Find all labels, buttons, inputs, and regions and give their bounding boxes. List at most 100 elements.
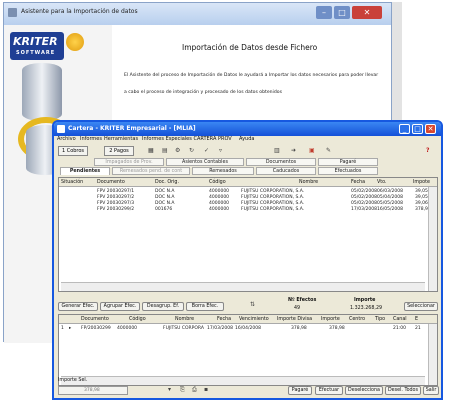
settings-icon[interactable]: ⚙ (175, 146, 180, 156)
n-efectos-value: 49 (294, 306, 301, 311)
col-canal[interactable]: Canal (393, 317, 407, 322)
efectuar-button[interactable]: Efectuar (315, 386, 343, 395)
menu-informes-especiales[interactable]: Informes Especiales CARTERA PROV (142, 136, 232, 142)
horizontal-scrollbar[interactable] (61, 376, 425, 385)
minimize-button[interactable]: _ (399, 124, 410, 134)
wizard-heading: Importación de Datos desde Fichero (182, 43, 318, 52)
bulb-icon (66, 33, 84, 51)
importe-value: 1.323.268,29 (350, 306, 383, 311)
col-nombre[interactable]: Nombre (175, 317, 194, 322)
question-icon[interactable]: ? (426, 146, 429, 156)
borra-efec-button[interactable]: Borra Efec. (186, 302, 224, 311)
col-tipo[interactable]: Tipo (375, 317, 385, 322)
printer-icon[interactable]: ▣ (309, 146, 315, 156)
table-cell: 39,05 (415, 195, 428, 200)
cobros-button[interactable]: 1 Cobros (58, 146, 88, 156)
tab-efectuados[interactable]: Efectuados (318, 167, 378, 175)
col-situacion[interactable]: Situación (61, 180, 83, 185)
tab-remesados[interactable]: Remesados (192, 167, 254, 175)
col-fecha[interactable]: Fecha (217, 317, 231, 322)
filter-icon[interactable]: ▿ (219, 146, 222, 156)
vertical-scrollbar[interactable] (428, 187, 437, 291)
refresh-icon[interactable]: ↻ (189, 146, 194, 156)
col-importe-divisa[interactable]: Importe Divisa (277, 317, 312, 322)
col-vto[interactable]: Vto. (377, 180, 387, 185)
tab-documentos[interactable]: Documentos (246, 158, 316, 166)
maximize-button[interactable]: □ (334, 6, 350, 19)
col-codigo[interactable]: Código (129, 317, 146, 322)
table-cell: 06/03/2008 (377, 189, 403, 194)
tab-pendientes[interactable]: Pendientes (60, 167, 110, 175)
col-doc-orig[interactable]: Doc. Orig. (155, 180, 179, 185)
table-cell: 05/02/2008 (351, 201, 377, 206)
menu-archivo[interactable]: Archivo (57, 136, 76, 142)
selected-table: Documento Código Nombre Fecha Vencimient… (58, 314, 438, 386)
agrupar-efec-button[interactable]: Agrupar Efec. (100, 302, 140, 311)
tab-asientos[interactable]: Asientos Contables (166, 158, 244, 166)
close-button[interactable]: ✕ (352, 6, 382, 19)
desagrup-ef-button[interactable]: Desagrup. Ef. (142, 302, 184, 311)
col-nombre[interactable]: Nombre (299, 180, 318, 185)
table-cell: 05/02/2008 (351, 195, 377, 200)
col-e[interactable]: E (415, 317, 418, 322)
menu-ayuda[interactable]: Ayuda (239, 136, 254, 142)
table-icon[interactable]: ▥ (274, 146, 280, 156)
table-cell: 17/03/2008 (351, 207, 377, 212)
arrow-icon[interactable]: ➜ (291, 146, 296, 156)
tab-pagare[interactable]: Pagaré (318, 158, 378, 166)
dropdown-icon[interactable]: ▾ (168, 385, 171, 395)
pagos-button[interactable]: 2 Pagos (104, 146, 134, 156)
col-documento[interactable]: Documento (81, 317, 109, 322)
preview-icon[interactable]: ⎘ (180, 385, 185, 395)
table-row[interactable]: 1 ▸ FP/20030299 4000000 FUJITSU CORPORA … (59, 325, 437, 333)
grid-icon[interactable]: ▤ (162, 146, 168, 156)
table-cell: FUJITSU CORPORATION, S.A. (241, 207, 305, 212)
horizontal-scrollbar[interactable] (61, 282, 425, 291)
col-fecha[interactable]: Fecha (351, 180, 365, 185)
check-icon[interactable]: ✓ (204, 146, 209, 156)
kriter-logo: KRITER SOFTWARE (10, 32, 64, 60)
col-vencimiento[interactable]: Vencimiento (239, 317, 269, 322)
table-cell: 05/04/2008 (377, 195, 403, 200)
col-documento[interactable]: Documento (97, 180, 125, 185)
print-icon[interactable]: ⎙ (192, 385, 197, 395)
wizard-text-1: El Asistente del proceso de Importación … (124, 73, 379, 78)
table-cell: DOC N.A (155, 195, 175, 200)
desel-todos-button[interactable]: Desel. Todos (385, 386, 421, 395)
table-row[interactable]: FPV 20030299/2 001676 4000000 FUJITSU CORPO… (59, 207, 431, 213)
generar-efec-button[interactable]: Generar Efec. (58, 302, 98, 311)
menu-informes[interactable]: Informes (80, 136, 102, 142)
pagare-button[interactable]: Pagaré (288, 386, 312, 395)
maximize-button[interactable]: □ (412, 124, 423, 134)
edit-icon[interactable]: ✎ (326, 146, 331, 156)
sort-icon[interactable]: ⇅ (250, 300, 255, 310)
importe-sel-label: Importe Sel. (58, 378, 88, 383)
table-cell: 4000000 (209, 201, 230, 206)
close-button[interactable]: ✕ (425, 124, 436, 134)
col-importe[interactable]: Impote (413, 180, 430, 185)
col-centro[interactable]: Centro (349, 317, 365, 322)
tab-remesados-pend[interactable]: Remesados pend. de cont (112, 167, 190, 175)
col-importe[interactable]: Importe (321, 317, 340, 322)
minimize-button[interactable]: – (316, 6, 332, 19)
vertical-scrollbar[interactable] (428, 324, 437, 385)
importe-sel-field[interactable]: 378,98 (58, 386, 128, 395)
n-efectos-label: Nº Efectos (288, 298, 317, 303)
seleccionar-button[interactable]: Seleccionar (404, 302, 438, 311)
pending-table: Situación Documento Doc. Orig. Código No… (58, 177, 438, 292)
table-cell: 16/05/2008 (377, 207, 403, 212)
tab-impagados[interactable]: Impagados de Prov. (94, 158, 164, 166)
col-codigo[interactable]: Código (209, 180, 226, 185)
table-cell: FPV 20030297/2 (97, 195, 135, 200)
save-icon[interactable]: ▪ (204, 385, 208, 395)
deselecciona-button[interactable]: Deselecciona (345, 386, 383, 395)
table-cell: FUJITSU CORPORATION, S.A. (241, 195, 305, 200)
table-cell: 05/05/2008 (377, 201, 403, 206)
salir-button[interactable]: Salir (423, 386, 439, 395)
calculator-icon[interactable]: ▦ (148, 146, 154, 156)
table-cell: 39,06 (415, 201, 428, 206)
app-title: Cartera - KRITER Empresarial - [MLIA] (68, 125, 196, 132)
app-icon (57, 125, 65, 133)
tab-caducados[interactable]: Caducados (256, 167, 316, 175)
menu-herramientas[interactable]: Herramientas (104, 136, 138, 142)
